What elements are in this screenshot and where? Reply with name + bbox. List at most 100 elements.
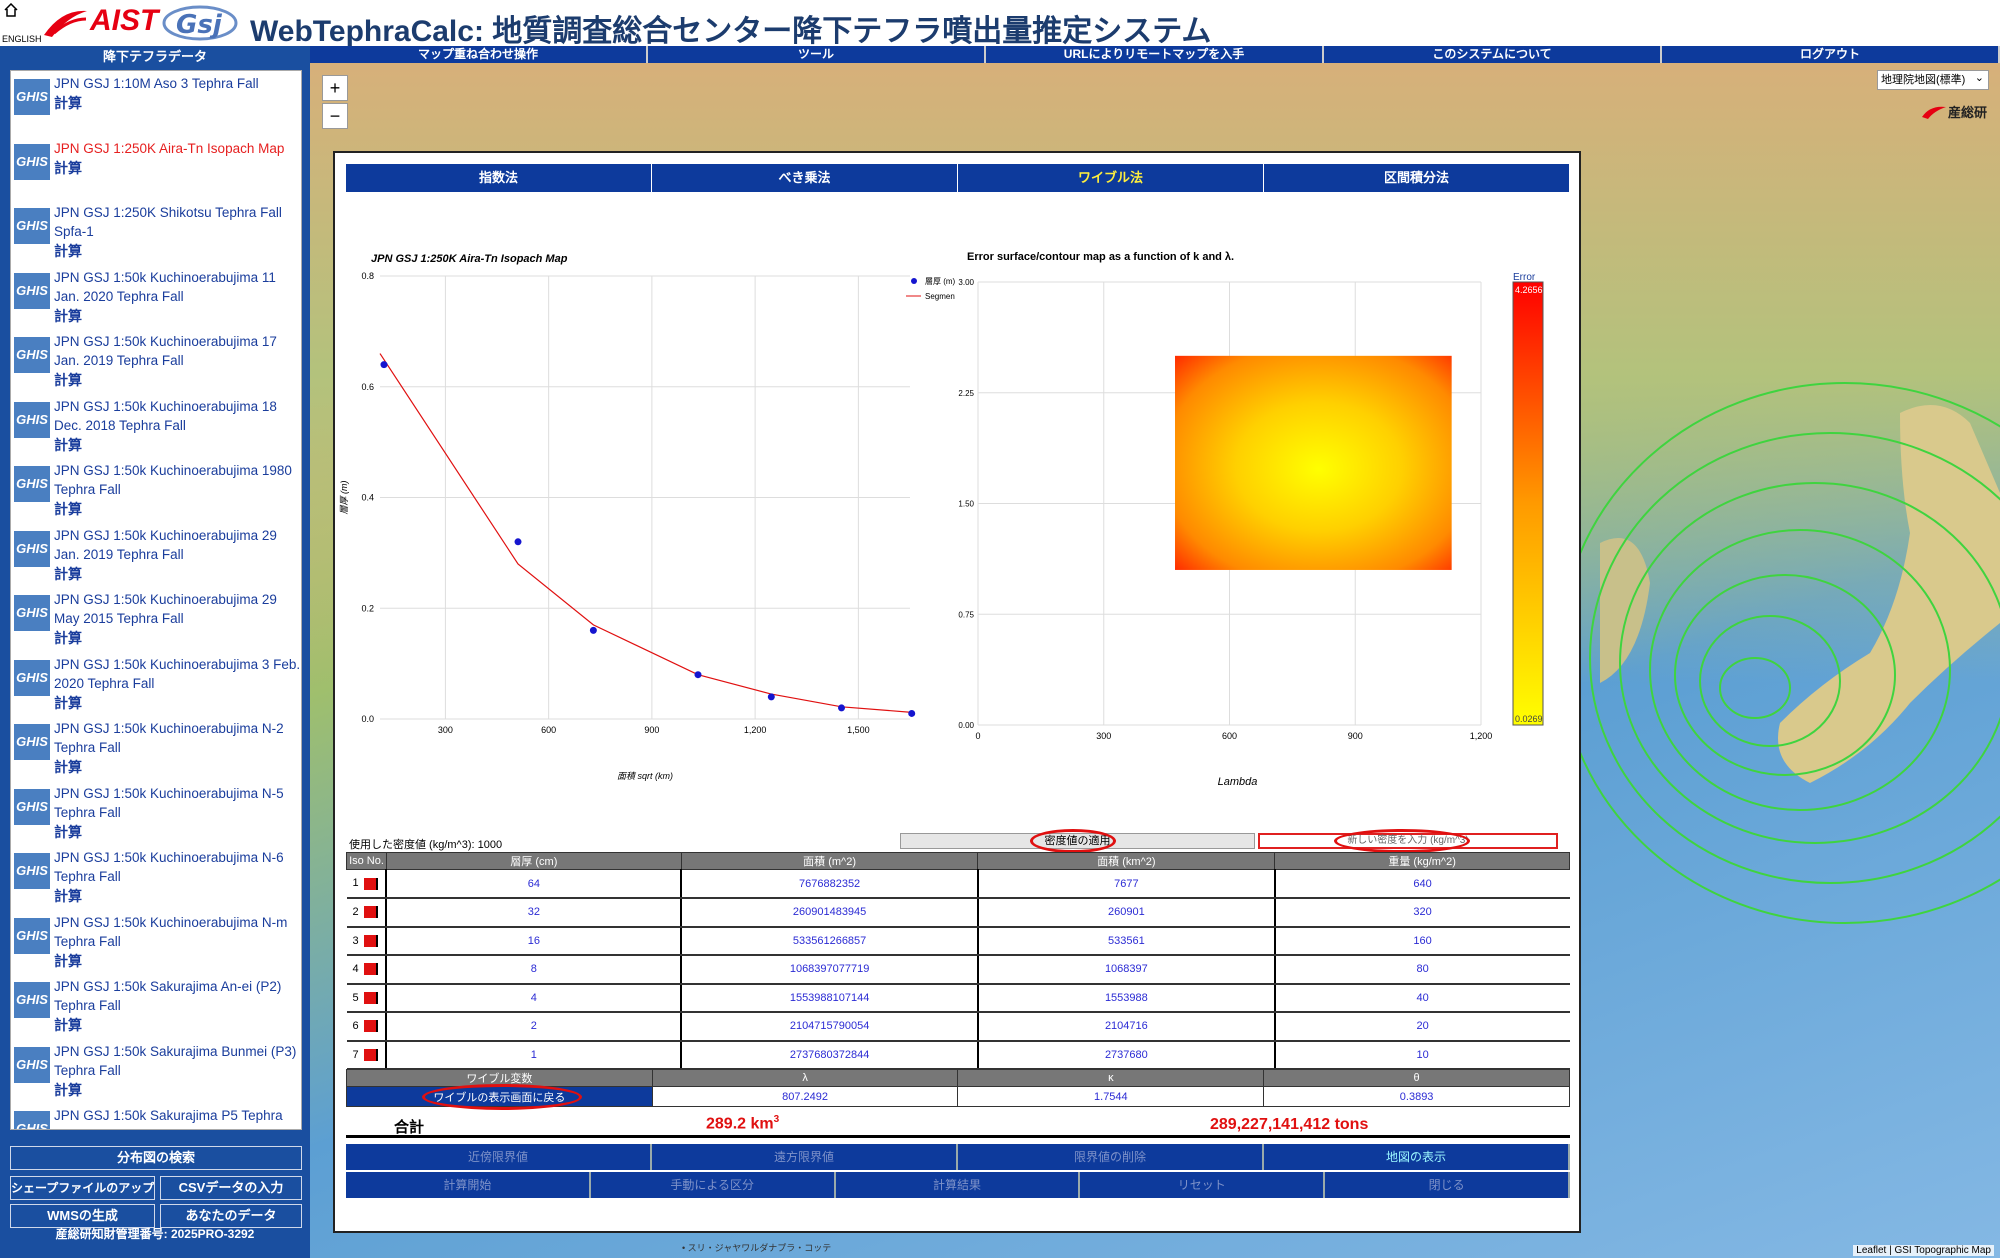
calc-link[interactable]: 計算	[54, 757, 301, 777]
dataset-name[interactable]: JPN GSJ 1:50k Sakurajima P5 Tephra Fall	[54, 1106, 301, 1129]
calc-link[interactable]: 計算	[54, 306, 301, 326]
menu-map-overlay[interactable]: マップ重ね合わせ操作	[310, 46, 648, 63]
list-item[interactable]: GHIS JPN GSJ 1:50k Kuchinoerabujima N-5 …	[11, 781, 301, 846]
calc-link[interactable]: 計算	[54, 93, 301, 113]
calc-link[interactable]: 計算	[54, 564, 301, 584]
col-area-km2: 面積 (km^2)	[977, 852, 1276, 870]
calc-link[interactable]: 計算	[54, 886, 301, 906]
list-item[interactable]: GHIS JPN GSJ 1:50k Kuchinoerabujima 18 D…	[11, 394, 301, 459]
calc-link[interactable]: 計算	[54, 241, 301, 261]
ghis-icon: GHIS	[14, 788, 50, 825]
dataset-name[interactable]: JPN GSJ 1:50k Kuchinoerabujima 11 Jan. 2…	[54, 268, 301, 306]
tab-exponential[interactable]: 指数法	[346, 164, 652, 192]
zoom-in-button[interactable]: +	[322, 75, 348, 101]
list-item[interactable]: GHIS JPN GSJ 1:50k Sakurajima Bunmei (P3…	[11, 1039, 301, 1104]
calc-link[interactable]: 計算	[54, 951, 301, 971]
search-distribution-button[interactable]: 分布図の検索	[10, 1146, 302, 1170]
table-row[interactable]: 7 1 2737680372844 2737680 10	[346, 1040, 1570, 1070]
menu-logout[interactable]: ログアウト	[1662, 46, 2000, 63]
show-map-button[interactable]: 地図の表示	[1264, 1144, 1570, 1170]
map-attribution[interactable]: Leaflet | GSI Topographic Map	[1853, 1245, 1994, 1256]
dataset-name[interactable]: JPN GSJ 1:50k Kuchinoerabujima 1980 Teph…	[54, 461, 301, 499]
list-item[interactable]: GHIS JPN GSJ 1:250K Shikotsu Tephra Fall…	[11, 200, 301, 265]
colorbar-label: Error	[1513, 272, 1536, 283]
iso-no-value: 7	[352, 1048, 359, 1061]
table-row[interactable]: 3 16 533561266857 533561 160	[346, 926, 1570, 956]
ghis-icon: GHIS	[14, 337, 50, 373]
dataset-name[interactable]: JPN GSJ 1:50k Kuchinoerabujima N-6 Tephr…	[54, 848, 301, 886]
dataset-name[interactable]: JPN GSJ 1:50k Kuchinoerabujima N-5 Tephr…	[54, 784, 301, 822]
calc-link[interactable]: 計算	[54, 158, 301, 178]
list-item[interactable]: GHIS JPN GSJ 1:50k Sakurajima P5 Tephra …	[11, 1103, 301, 1129]
dataset-name[interactable]: JPN GSJ 1:250K Aira-Tn Isopach Map	[54, 139, 301, 158]
y-axis-label: 層厚 (m)	[339, 481, 349, 515]
dataset-name[interactable]: JPN GSJ 1:50k Kuchinoerabujima N-2 Tephr…	[54, 719, 301, 757]
calc-link[interactable]: 計算	[54, 499, 301, 519]
calc-link[interactable]: 計算	[54, 1080, 301, 1100]
tab-power-law[interactable]: べき乗法	[652, 164, 958, 192]
dataset-name[interactable]: JPN GSJ 1:50k Kuchinoerabujima 18 Dec. 2…	[54, 397, 301, 435]
table-row[interactable]: 2 32 260901483945 260901 320	[346, 898, 1570, 928]
list-item[interactable]: GHIS JPN GSJ 1:50k Kuchinoerabujima N-2 …	[11, 716, 301, 781]
calc-link[interactable]: 計算	[54, 370, 301, 390]
upload-shapefile-button[interactable]: シェープファイルのアップ	[10, 1176, 155, 1200]
menu-tools[interactable]: ツール	[648, 46, 986, 63]
list-item[interactable]: GHIS JPN GSJ 1:50k Kuchinoerabujima N-6 …	[11, 845, 301, 910]
dataset-name[interactable]: JPN GSJ 1:250K Shikotsu Tephra Fall Spfa…	[54, 203, 301, 241]
tab-integration[interactable]: 区間積分法	[1264, 164, 1570, 192]
list-item[interactable]: GHIS JPN GSJ 1:50k Kuchinoerabujima 29 J…	[11, 523, 301, 588]
tab-weibull[interactable]: ワイブル法	[958, 164, 1264, 192]
list-item[interactable]: GHIS JPN GSJ 1:50k Kuchinoerabujima 17 J…	[11, 329, 301, 394]
list-item[interactable]: GHIS JPN GSJ 1:50k Sakurajima An-ei (P2)…	[11, 974, 301, 1039]
table-row[interactable]: 6 2 2104715790054 2104716 20	[346, 1012, 1570, 1042]
dataset-name[interactable]: JPN GSJ 1:50k Sakurajima An-ei (P2) Teph…	[54, 977, 301, 1015]
dataset-name[interactable]: JPN GSJ 1:50k Kuchinoerabujima 29 Jan. 2…	[54, 526, 301, 564]
home-icon[interactable]	[4, 3, 18, 17]
near-limit-button[interactable]: 近傍限界値	[346, 1144, 652, 1170]
calc-link[interactable]: 計算	[54, 822, 301, 842]
menu-about[interactable]: このシステムについて	[1324, 46, 1662, 63]
calc-link[interactable]: 計算	[54, 1015, 301, 1035]
close-button[interactable]: 閉じる	[1325, 1172, 1570, 1198]
table-row[interactable]: 4 8 1068397077719 1068397 80	[346, 955, 1570, 985]
list-item[interactable]: GHIS JPN GSJ 1:50k Kuchinoerabujima 29 M…	[11, 587, 301, 652]
x-tick-label: 300	[438, 725, 453, 735]
dataset-name[interactable]: JPN GSJ 1:50k Sakurajima Bunmei (P3) Tep…	[54, 1042, 301, 1080]
total-volume: 289.2 km3	[706, 1114, 779, 1133]
dataset-name[interactable]: JPN GSJ 1:50k Kuchinoerabujima 29 May 20…	[54, 590, 301, 628]
calc-link[interactable]: 計算	[54, 628, 301, 648]
calc-link[interactable]: 計算	[54, 693, 301, 713]
basemap-select[interactable]: 地理院地図(標準) ⌄	[1877, 70, 1989, 90]
dataset-name[interactable]: JPN GSJ 1:10M Aso 3 Tephra Fall	[54, 74, 301, 93]
table-row[interactable]: 5 4 1553988107144 1553988 40	[346, 983, 1570, 1013]
start-calc-button[interactable]: 計算開始	[346, 1172, 591, 1198]
calc-results-button[interactable]: 計算結果	[835, 1172, 1081, 1198]
reset-button[interactable]: リセット	[1080, 1172, 1326, 1198]
apply-density-button[interactable]: 密度値の適用	[900, 833, 1255, 849]
back-to-weibull-button[interactable]: ワイブルの表示画面に戻る	[346, 1086, 653, 1107]
list-item[interactable]: GHIS JPN GSJ 1:250K Aira-Tn Isopach Map …	[11, 136, 301, 201]
calc-link[interactable]: 計算	[54, 435, 301, 455]
list-item[interactable]: GHIS JPN GSJ 1:50k Kuchinoerabujima 11 J…	[11, 265, 301, 330]
dataset-name[interactable]: JPN GSJ 1:50k Kuchinoerabujima 3 Feb. 20…	[54, 655, 301, 693]
table-row[interactable]: 1 64 7676882352 7677 640	[346, 869, 1570, 899]
list-item[interactable]: GHIS JPN GSJ 1:50k Kuchinoerabujima N-m …	[11, 910, 301, 975]
dataset-name[interactable]: JPN GSJ 1:50k Kuchinoerabujima N-m Tephr…	[54, 913, 301, 951]
csv-input-button[interactable]: CSVデータの入力	[160, 1176, 302, 1200]
language-link[interactable]: ENGLISH	[2, 34, 42, 44]
list-item[interactable]: GHIS JPN GSJ 1:10M Aso 3 Tephra Fall 計算	[11, 71, 301, 136]
list-item[interactable]: GHIS JPN GSJ 1:50k Kuchinoerabujima 3 Fe…	[11, 652, 301, 717]
new-density-input[interactable]: 新しい密度を入力 (kg/m^3)	[1258, 833, 1558, 849]
delete-limit-button[interactable]: 限界値の削除	[958, 1144, 1264, 1170]
iso-no: 1	[346, 869, 387, 899]
dataset-name[interactable]: JPN GSJ 1:50k Kuchinoerabujima 17 Jan. 2…	[54, 332, 301, 370]
y-tick-label: 0.00	[958, 721, 974, 730]
dataset-list[interactable]: GHIS JPN GSJ 1:10M Aso 3 Tephra Fall 計算 G…	[10, 70, 302, 1130]
iso-no-value: 4	[352, 963, 359, 976]
menu-remote-map[interactable]: URLによりリモートマップを入手	[986, 46, 1324, 63]
manual-segment-button[interactable]: 手動による区分	[590, 1172, 836, 1198]
list-item[interactable]: GHIS JPN GSJ 1:50k Kuchinoerabujima 1980…	[11, 458, 301, 523]
col-thickness: 層厚 (cm)	[385, 852, 682, 870]
zoom-out-button[interactable]: −	[322, 103, 348, 129]
far-limit-button[interactable]: 遠方限界値	[652, 1144, 958, 1170]
